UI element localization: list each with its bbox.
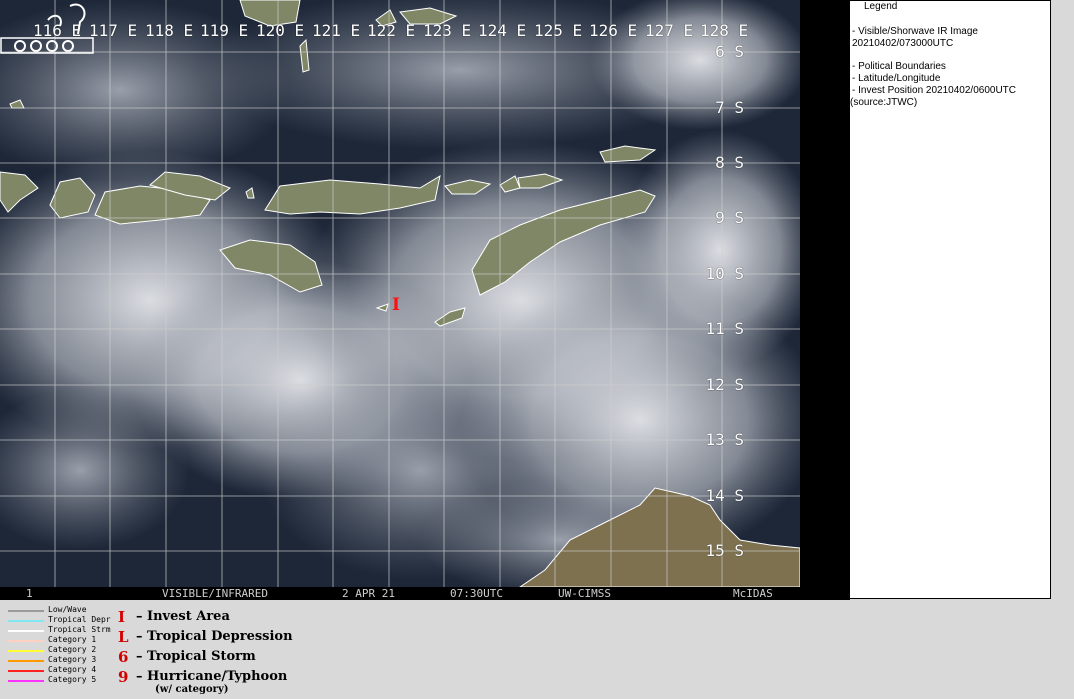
lon-label: 117 E xyxy=(89,21,138,40)
track-color-swatch xyxy=(8,660,44,662)
separator-strip xyxy=(800,0,850,600)
track-color-swatch xyxy=(8,670,44,672)
symbol-key-label: – Tropical Depression xyxy=(136,629,293,644)
track-key-label: Category 4 xyxy=(48,665,97,674)
hurricane-symbol-icon: 9 xyxy=(118,668,129,686)
track-color-swatch xyxy=(8,630,44,632)
lon-label: 127 E xyxy=(645,21,694,40)
track-color-swatch xyxy=(8,680,44,682)
symbol-key-label: – Hurricane/Typhoon xyxy=(136,669,288,684)
track-key-label: Category 3 xyxy=(48,655,97,664)
lon-label: 119 E xyxy=(200,21,249,40)
storm-key: Low/Wave Tropical Depr Tropical Strm Cat… xyxy=(0,600,800,699)
legend-panel: Legend - Visible/Shorwave IR Image 20210… xyxy=(849,0,1051,599)
lat-label: 13 S xyxy=(705,430,744,449)
lon-label: 118 E xyxy=(145,21,194,40)
storm-symbol-icon: 6 xyxy=(118,648,129,666)
invest-symbol-icon: I xyxy=(118,608,126,626)
software-label: McIDAS xyxy=(733,587,773,600)
source-label: UW-CIMSS xyxy=(558,587,611,600)
lat-label: 11 S xyxy=(705,319,744,338)
track-color-swatch xyxy=(8,650,44,652)
legend-latlon: - Latitude/Longitude xyxy=(852,73,941,84)
lon-label: 124 E xyxy=(478,21,527,40)
legend-boundaries: - Political Boundaries xyxy=(852,61,946,72)
track-key-label: Tropical Depr xyxy=(48,615,111,624)
lon-label: 120 E xyxy=(256,21,305,40)
legend-image-time: 20210402/073000UTC xyxy=(852,38,954,49)
symbol-key-label: – Invest Area xyxy=(136,609,230,624)
legend-title: Legend xyxy=(864,1,898,12)
lat-label: 14 S xyxy=(705,486,744,505)
lat-label: 8 S xyxy=(715,153,744,172)
lon-label: 122 E xyxy=(367,21,416,40)
lat-label: 7 S xyxy=(715,98,744,117)
lat-label: 15 S xyxy=(705,541,744,560)
track-key-label: Category 1 xyxy=(48,635,97,644)
track-key-label: Tropical Strm xyxy=(48,625,111,634)
lon-label: 121 E xyxy=(312,21,361,40)
legend-image-type: - Visible/Shorwave IR Image xyxy=(852,26,978,37)
legend-source: (source:JTWC) xyxy=(850,97,918,108)
category-note: (w/ category) xyxy=(155,684,229,695)
track-color-swatch xyxy=(8,640,44,642)
uw-cimss-logo xyxy=(0,3,94,54)
track-key-label: Low/Wave xyxy=(48,605,87,614)
lon-label: 125 E xyxy=(534,21,583,40)
lon-label: 128 E xyxy=(700,21,749,40)
invest-position-marker: I xyxy=(392,295,400,315)
image-time: 07:30UTC xyxy=(450,587,503,600)
lon-label: 126 E xyxy=(589,21,638,40)
lon-label: 123 E xyxy=(423,21,472,40)
satellite-map: 116 E 117 E 118 E 119 E 120 E 121 E 122 … xyxy=(0,0,800,587)
product-name: VISIBLE/INFRARED xyxy=(162,587,268,600)
track-color-swatch xyxy=(8,620,44,622)
image-info-bar: 1 VISIBLE/INFRARED 2 APR 21 07:30UTC UW-… xyxy=(0,587,800,600)
symbol-key-label: – Tropical Storm xyxy=(136,649,256,664)
lat-label: 12 S xyxy=(705,375,744,394)
track-key-label: Category 2 xyxy=(48,645,97,654)
satellite-image xyxy=(0,0,800,587)
lat-label: 6 S xyxy=(715,42,744,61)
legend-invest-position: - Invest Position 20210402/0600UTC xyxy=(852,85,1016,96)
frame-number: 1 xyxy=(26,587,33,600)
track-key-label: Category 5 xyxy=(48,675,97,684)
image-date: 2 APR 21 xyxy=(342,587,395,600)
depression-symbol-icon: L xyxy=(118,628,129,646)
track-color-swatch xyxy=(8,610,44,612)
lat-label: 9 S xyxy=(715,208,744,227)
lat-label: 10 S xyxy=(705,264,744,283)
